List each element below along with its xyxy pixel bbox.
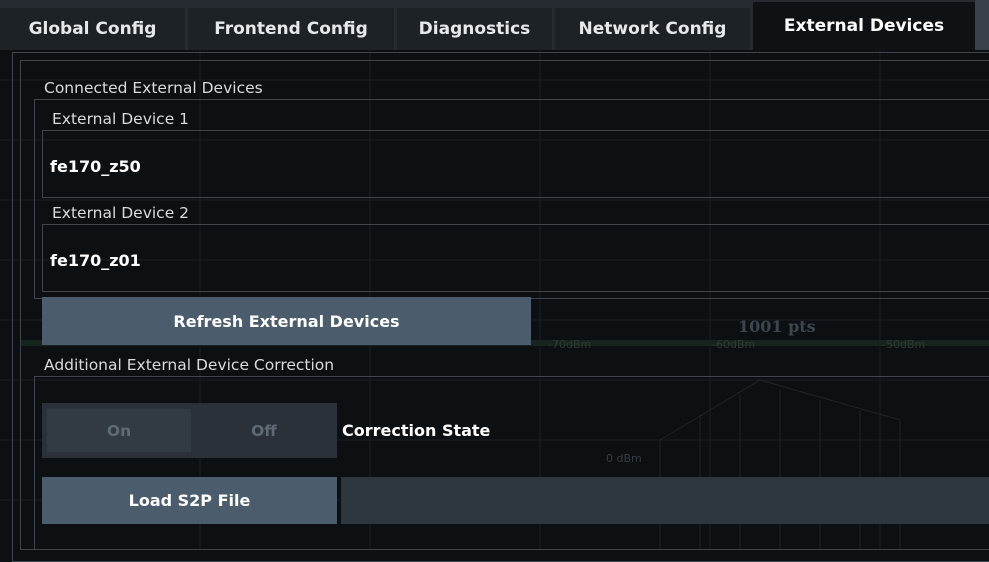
correction-off-option[interactable]: Off (191, 403, 337, 458)
correction-state-toggle[interactable]: On Off (42, 403, 337, 458)
correction-title: Additional External Device Correction (44, 356, 335, 374)
external-device-1-label: External Device 1 (52, 110, 190, 128)
tab-frontend-config[interactable]: Frontend Config (188, 8, 394, 50)
tab-global-config[interactable]: Global Config (0, 8, 185, 50)
connected-devices-title: Connected External Devices (44, 79, 263, 97)
tab-diagnostics[interactable]: Diagnostics (397, 8, 552, 50)
s2p-file-path-field[interactable] (341, 477, 989, 524)
external-device-2-frame (42, 224, 989, 292)
correction-state-label: Correction State (342, 421, 491, 440)
external-device-2-label: External Device 2 (52, 204, 190, 222)
external-device-2-value: fe170_z01 (50, 251, 141, 270)
tab-network-config[interactable]: Network Config (555, 8, 750, 50)
correction-on-option[interactable]: On (47, 409, 191, 452)
external-device-1-value: fe170_z50 (50, 157, 141, 176)
tab-bar: Global Config Frontend Config Diagnostic… (0, 0, 989, 50)
external-device-1-frame (42, 130, 989, 198)
tab-bar-edge (975, 0, 989, 50)
load-s2p-file-button[interactable]: Load S2P File (42, 477, 337, 524)
refresh-external-devices-button[interactable]: Refresh External Devices (42, 297, 531, 345)
tab-external-devices[interactable]: External Devices (753, 2, 975, 50)
